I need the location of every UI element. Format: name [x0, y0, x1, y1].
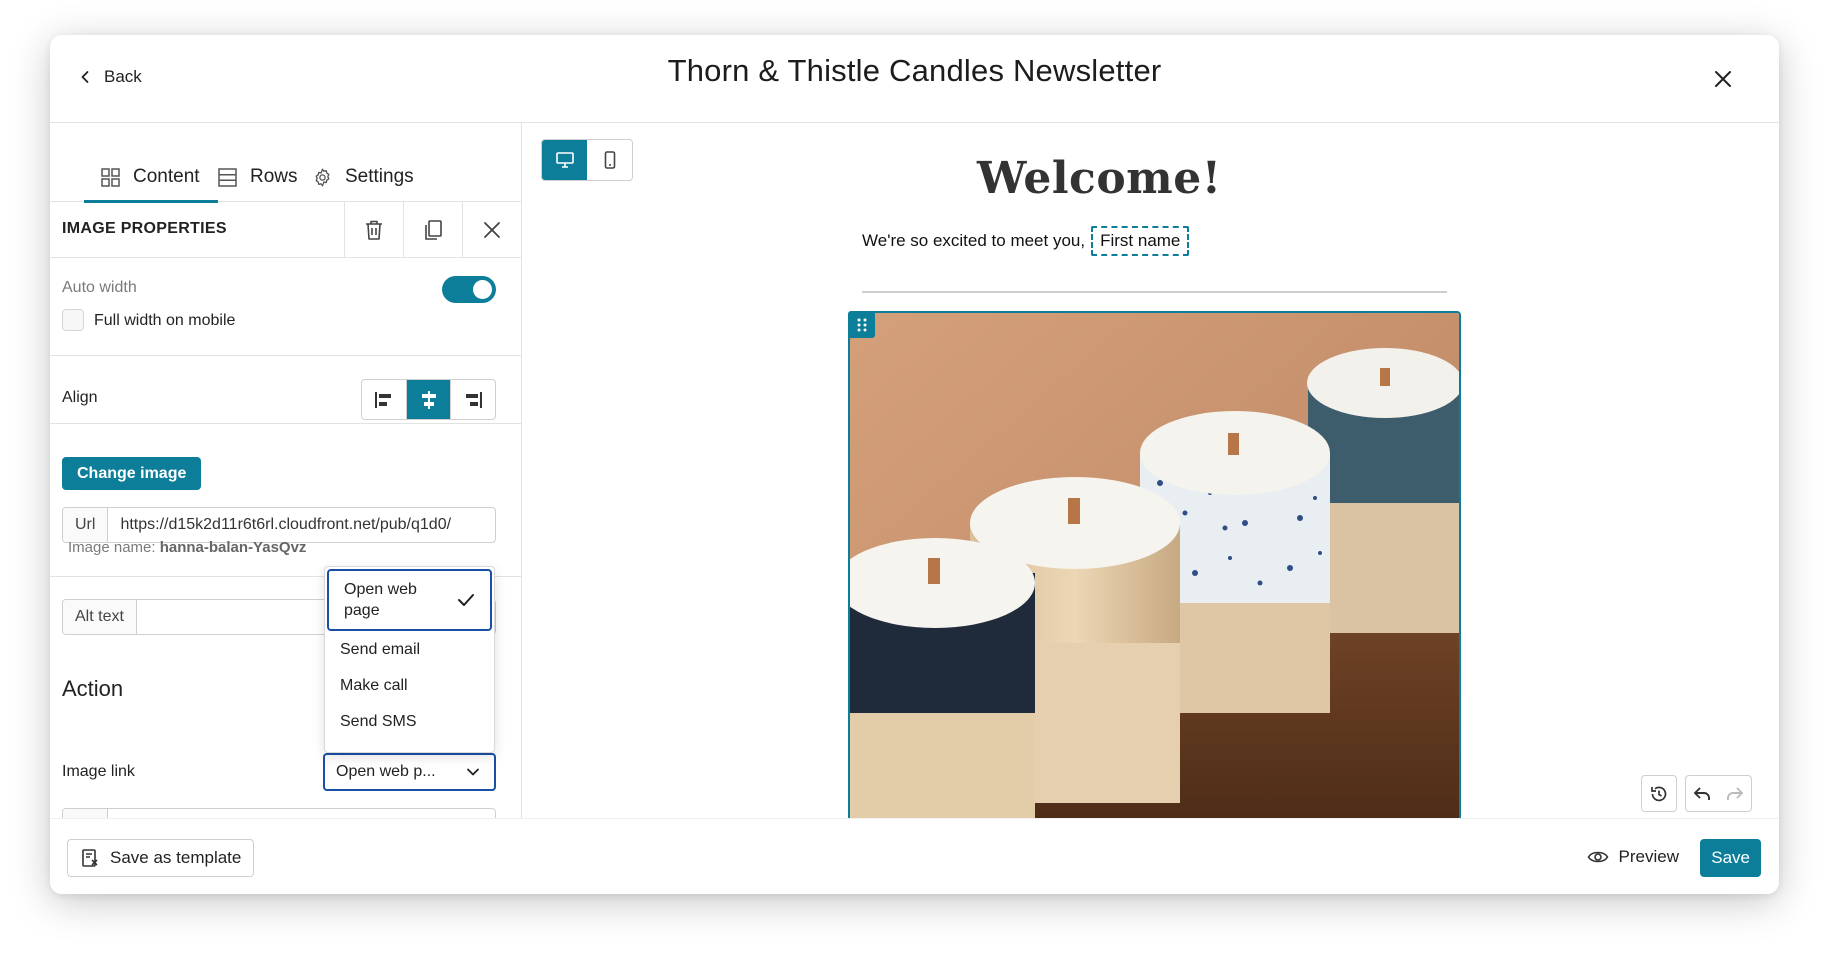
email-canvas: Welcome! We're so excited to meet you, F…: [522, 123, 1779, 818]
save-as-template-label: Save as template: [110, 848, 242, 867]
undo-redo-group: [1685, 775, 1752, 812]
auto-width-label: Auto width: [62, 279, 137, 296]
image-link-select[interactable]: Open web p...: [323, 753, 496, 791]
close-icon: [484, 222, 500, 238]
mobile-view-button[interactable]: [587, 140, 632, 180]
url-addon: Url: [63, 508, 109, 542]
copy-icon: [425, 220, 442, 240]
candle-image[interactable]: [848, 311, 1461, 818]
tab-content-label: Content: [133, 166, 200, 187]
align-center-button[interactable]: [406, 380, 452, 419]
check-icon: [458, 594, 474, 606]
close-icon: [1715, 71, 1731, 87]
option-send-email[interactable]: Send email: [325, 632, 494, 668]
email-intro-text[interactable]: We're so excited to meet you, First name: [862, 226, 1190, 256]
tab-rows-label: Rows: [250, 166, 298, 187]
full-width-mobile-label: Full width on mobile: [94, 312, 236, 329]
preview-button[interactable]: Preview: [1587, 847, 1679, 867]
action-title: Action: [62, 676, 124, 701]
align-label: Align: [62, 389, 98, 406]
drag-handle[interactable]: [848, 311, 875, 338]
image-link-dropdown: Open web page Send email Make call Send S…: [324, 566, 495, 753]
link-url-value[interactable]: [108, 809, 132, 818]
option-make-call[interactable]: Make call: [325, 668, 494, 704]
image-name-text: Image name: hanna-balan-YasQvz: [68, 539, 328, 556]
tab-settings[interactable]: Settings: [312, 159, 414, 195]
image-name-prefix: Image name:: [68, 539, 156, 556]
align-left-button[interactable]: [362, 380, 407, 419]
alt-text-addon: Alt text: [63, 600, 137, 634]
delete-button[interactable]: [344, 202, 403, 258]
drag-handle-icon: [857, 318, 866, 331]
candle-photo-illustration: [850, 313, 1459, 818]
auto-width-toggle[interactable]: [442, 276, 496, 303]
link-url-field[interactable]: Url: [62, 808, 496, 818]
panel-tabs: Content Rows Settings: [50, 123, 521, 203]
close-panel-button[interactable]: [462, 202, 521, 258]
image-link-value: Open web p...: [336, 763, 436, 780]
align-center-icon: [421, 390, 436, 409]
save-button[interactable]: Save: [1700, 839, 1761, 877]
desktop-icon: [555, 152, 574, 168]
align-right-button[interactable]: [451, 380, 495, 419]
intro-text: We're so excited to meet you,: [862, 231, 1086, 250]
tab-settings-label: Settings: [345, 166, 414, 187]
link-url-addon: Url: [63, 809, 109, 818]
image-url-field[interactable]: Url https://d15k2d11r6t6rl.cloudfront.ne…: [62, 507, 496, 543]
page-title: Thorn & Thistle Candles Newsletter: [667, 53, 1162, 88]
undo-icon[interactable]: [1692, 784, 1712, 804]
editor-header: Back Thorn & Thistle Candles Newsletter: [50, 35, 1779, 123]
trash-icon: [366, 220, 382, 240]
alt-text-value[interactable]: [137, 600, 161, 634]
email-heading[interactable]: Welcome!: [977, 153, 1222, 204]
align-right-icon: [466, 391, 483, 408]
option-send-sms[interactable]: Send SMS: [325, 704, 494, 740]
mobile-icon: [604, 151, 615, 169]
device-toggle: [541, 139, 633, 181]
desktop-view-button[interactable]: [542, 140, 587, 180]
newsletter-editor-modal: Back Thorn & Thistle Candles Newsletter …: [50, 35, 1779, 894]
close-button[interactable]: [1705, 61, 1741, 97]
template-icon: [82, 849, 98, 867]
preview-label: Preview: [1618, 847, 1679, 866]
history-icon: [1651, 786, 1667, 801]
duplicate-button[interactable]: [403, 202, 462, 258]
grid-icon: [101, 167, 120, 187]
align-buttons: [361, 379, 496, 420]
save-as-template-button[interactable]: Save as template: [67, 839, 255, 877]
option-open-web-page[interactable]: Open web page: [327, 569, 492, 631]
rows-icon: [218, 167, 237, 187]
full-width-mobile-checkbox[interactable]: [62, 309, 84, 331]
merge-tag-first-name[interactable]: First name: [1091, 226, 1190, 256]
history-button[interactable]: [1641, 775, 1677, 812]
divider: [50, 423, 521, 424]
section-title: IMAGE PROPERTIES: [62, 220, 227, 237]
option-open-web-page-label: Open web page: [344, 581, 417, 619]
gear-icon: [315, 168, 330, 186]
editor-footer: Save as template Preview Save: [50, 818, 1779, 894]
align-left-icon: [374, 391, 391, 408]
redo-icon[interactable]: [1725, 784, 1745, 804]
image-url-value[interactable]: https://d15k2d11r6t6rl.cloudfront.net/pu…: [108, 508, 463, 542]
email-divider: [862, 291, 1447, 293]
tab-content[interactable]: Content: [84, 159, 218, 203]
change-image-button[interactable]: Change image: [62, 457, 202, 490]
image-name-value: hanna-balan-YasQvz: [159, 539, 307, 556]
properties-panel: Content Rows Settings IMAGE PROPERTIES A…: [50, 123, 522, 818]
chevron-down-icon: [467, 768, 479, 776]
tab-rows[interactable]: Rows: [217, 159, 298, 195]
image-properties-header: IMAGE PROPERTIES: [50, 202, 521, 258]
image-link-label: Image link: [62, 763, 135, 780]
eye-icon: [1587, 851, 1608, 863]
divider: [50, 355, 521, 356]
